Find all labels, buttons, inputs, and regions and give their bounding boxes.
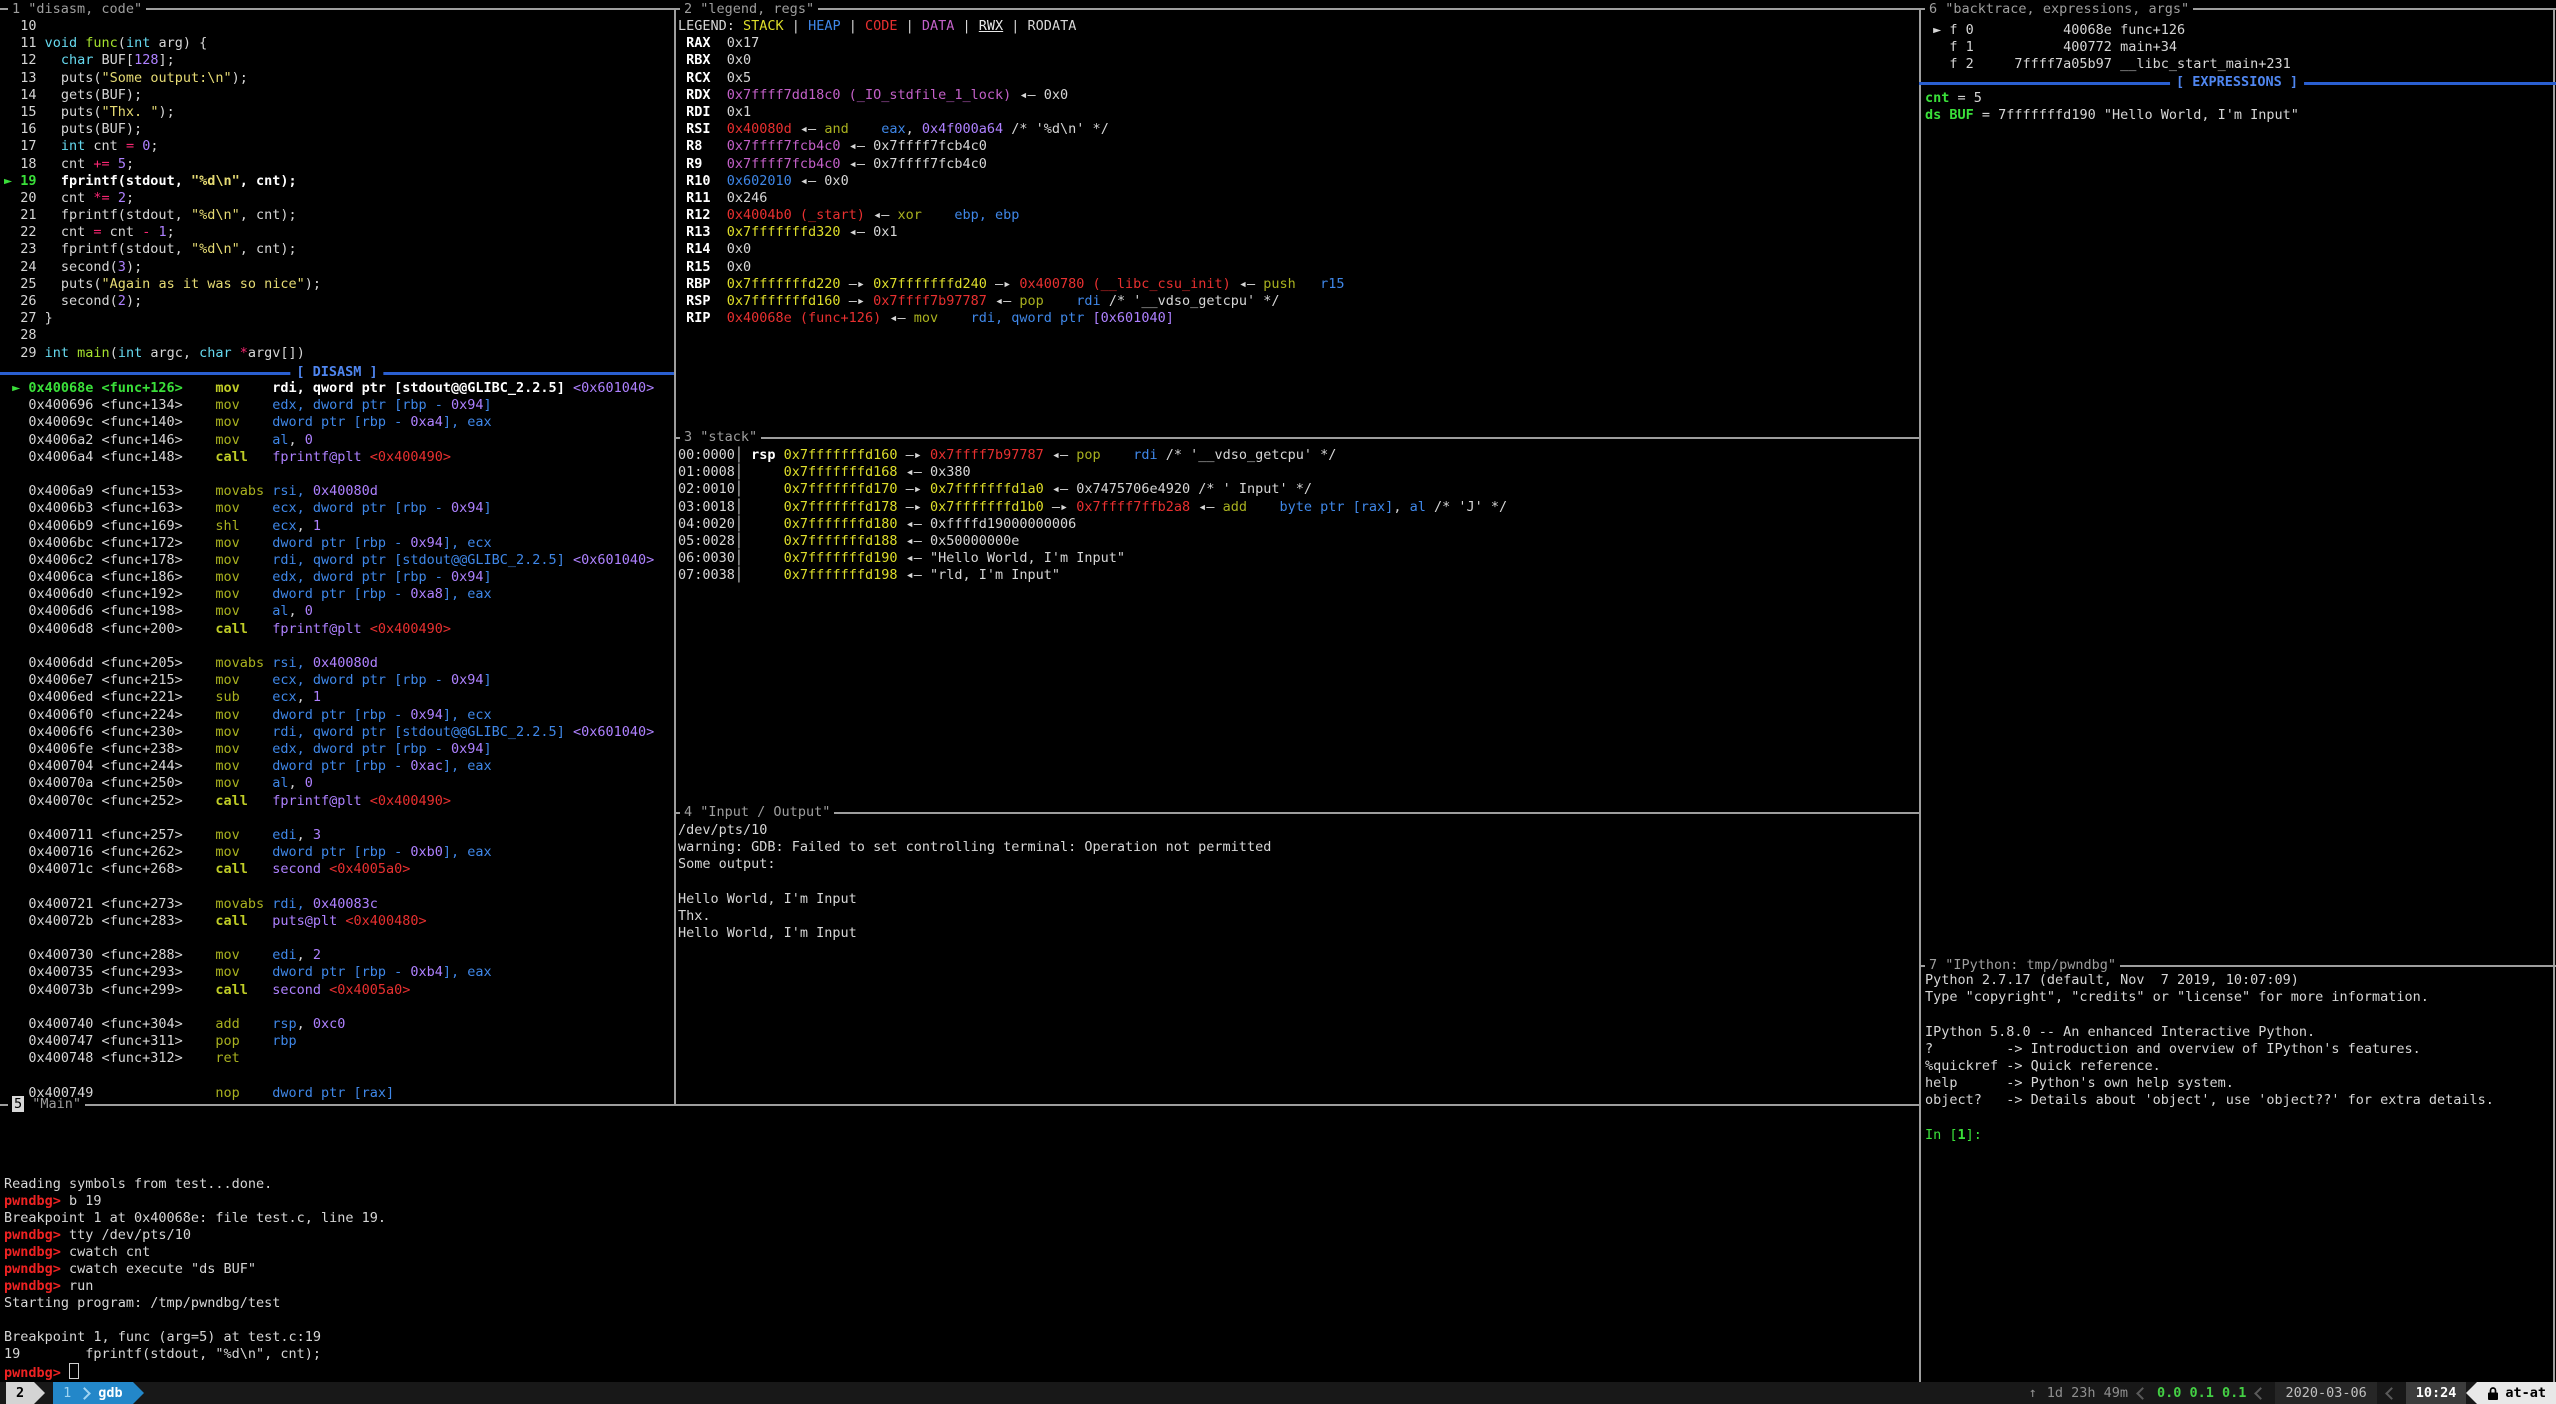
disassembly-listing: ► 0x40068e <func+126> mov rdi, qword ptr… (4, 380, 670, 1102)
stack-pane-border[interactable] (674, 437, 1919, 439)
ipython-console[interactable]: Python 2.7.17 (default, Nov 7 2019, 10:0… (1925, 972, 2550, 1144)
program-output: /dev/pts/10warning: GDB: Failed to set c… (678, 822, 1916, 942)
pane-label-stack: 3 "stack" (680, 428, 761, 446)
chevron-left-icon (2385, 1387, 2398, 1400)
io-pane-border[interactable] (674, 812, 1919, 814)
expressions-section-header: [ EXPRESSIONS ] (2170, 73, 2304, 91)
chevron-left-icon (2136, 1387, 2149, 1400)
pane-label-disasm: 1 "disasm, code" (8, 0, 146, 18)
uptime-arrow-icon: ↑ (2029, 1385, 2037, 1401)
stack-listing: 00:0000│ rsp 0x7fffffffd160 —▸ 0x7ffff7b… (678, 447, 1916, 585)
chevron-left-icon (2255, 1387, 2268, 1400)
powerline-arrow-icon (2466, 1382, 2477, 1404)
session-tab[interactable]: 2 (6, 1382, 34, 1404)
load-average: 0.0 0.1 0.1 (2157, 1385, 2246, 1401)
powerline-arrow-icon (34, 1382, 45, 1404)
lock-icon (2487, 1386, 2499, 1401)
powerline-arrow-icon (133, 1382, 144, 1404)
pane-border-rightedge (2553, 8, 2555, 1382)
source-code-listing: 10 11 void func(int arg) { 12 char BUF[1… (4, 18, 670, 362)
gdb-console[interactable]: Reading symbols from test...done.pwndbg>… (4, 1108, 1914, 1380)
terminal-cursor (69, 1363, 79, 1379)
chevron-right-icon (78, 1387, 91, 1400)
disasm-section-header: [ DISASM ] (290, 363, 383, 381)
window-tab-gdb[interactable]: 1 gdb (53, 1382, 133, 1404)
expressions-listing: cnt = 5ds BUF = 7fffffffd190 "Hello Worl… (1925, 90, 2550, 124)
uptime-text: 1d 23h 49m (2047, 1385, 2128, 1401)
main-pane-border[interactable] (0, 1104, 1919, 1106)
pane-label-backtrace: 6 "backtrace, expressions, args" (1925, 0, 2193, 18)
registers-listing: LEGEND: STACK | HEAP | CODE | DATA | RWX… (678, 18, 1916, 327)
tmux-terminal: 1 "disasm, code" 2 "legend, regs" 6 "bac… (0, 0, 2556, 1404)
status-date: 2020-03-06 (2275, 1382, 2376, 1404)
pane-label-io: 4 "Input / Output" (680, 803, 834, 821)
pane-label-regs: 2 "legend, regs" (680, 0, 818, 18)
pane-divider-left[interactable] (674, 8, 676, 1106)
hostname-segment: at-at (2477, 1382, 2556, 1404)
backtrace-listing: ► f 0 40068e func+126 f 1 400772 main+34… (1925, 22, 2550, 74)
pane-divider-right[interactable] (1919, 8, 1921, 1382)
status-clock: 10:24 (2406, 1382, 2467, 1404)
tmux-status-bar: 2 1 gdb ↑ 1d 23h 49m 0.0 0.1 0.1 2020-03… (0, 1382, 2556, 1404)
